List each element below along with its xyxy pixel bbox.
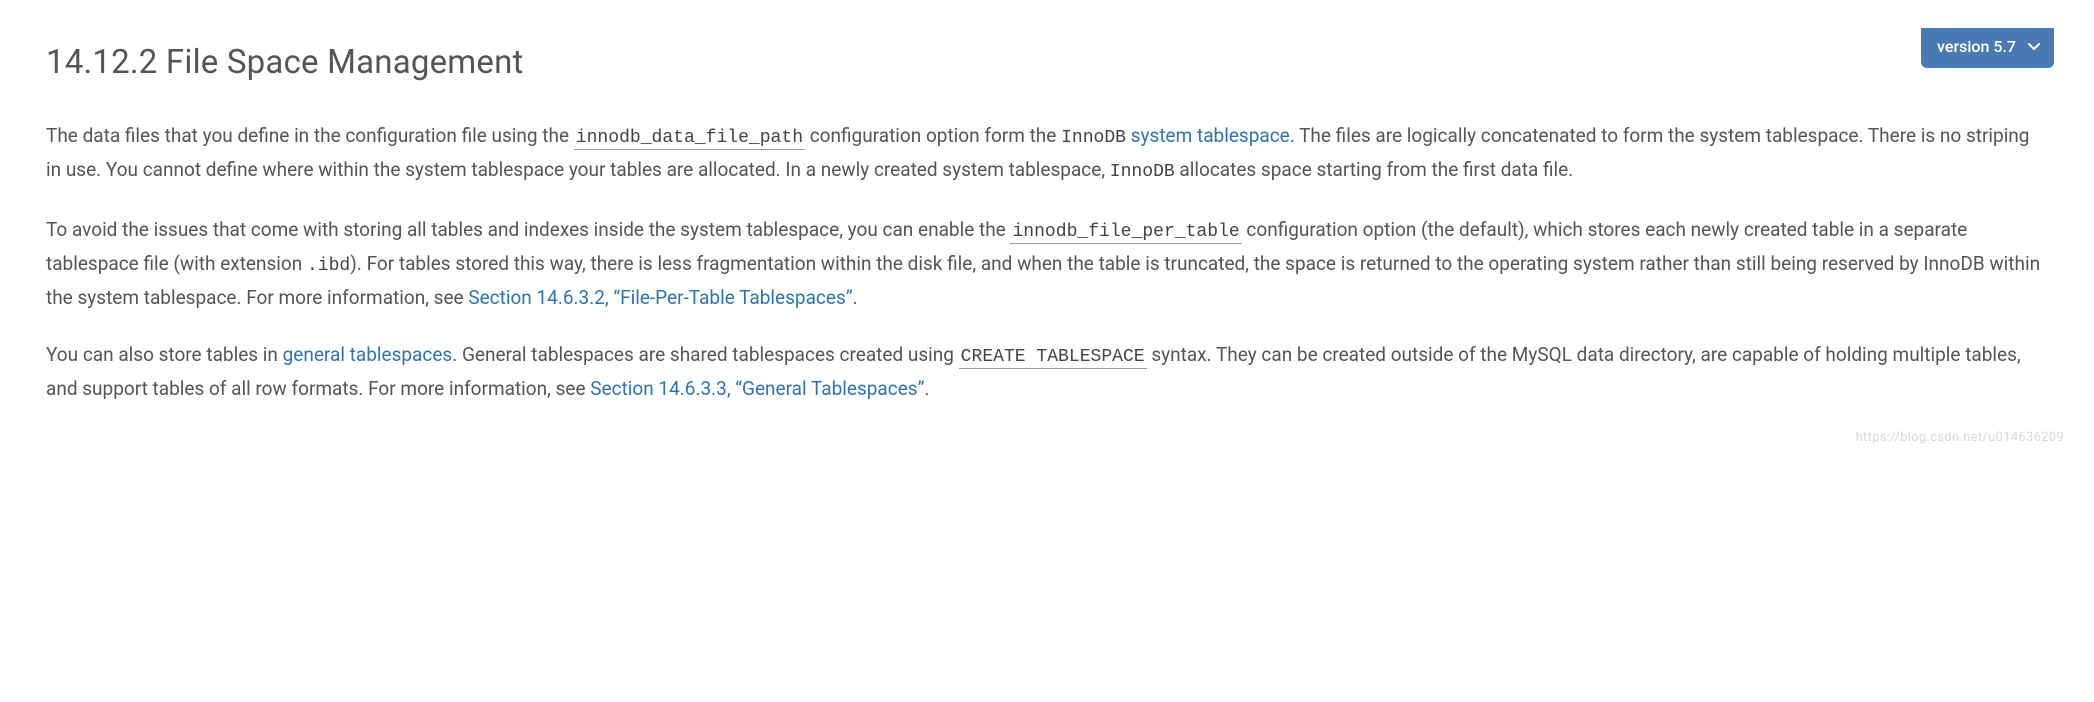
text: The data files that you define in the co… <box>46 124 574 147</box>
text: . General tablespaces are shared tablesp… <box>452 343 958 366</box>
text: You can also store tables in <box>46 343 283 366</box>
link-system-tablespace[interactable]: system tablespace <box>1131 124 1290 147</box>
paragraph-3: You can also store tables in general tab… <box>46 339 2048 404</box>
link-general-tablespaces-section[interactable]: Section 14.6.3.3, “General Tablespaces” <box>590 377 924 400</box>
text: To avoid the issues that come with stori… <box>46 218 1010 241</box>
link-general-tablespaces[interactable]: general tablespaces <box>283 343 453 366</box>
text: . <box>853 286 858 309</box>
code-innodb-data-file-path: innodb_data_file_path <box>574 128 805 150</box>
code-ibd: .ibd <box>307 256 350 276</box>
document-content: 14.12.2 File Space Management The data f… <box>0 36 2094 450</box>
code-create-tablespace: CREATE TABLESPACE <box>959 347 1147 369</box>
text: configuration option form the <box>805 124 1061 147</box>
code-innodb: InnoDB <box>1110 162 1175 182</box>
chevron-down-icon <box>2028 43 2040 51</box>
page-title: 14.12.2 File Space Management <box>46 36 2048 90</box>
version-selector[interactable]: version 5.7 <box>1921 28 2054 68</box>
code-innodb-file-per-table: innodb_file_per_table <box>1010 222 1241 244</box>
version-selector-label: version 5.7 <box>1937 34 2016 60</box>
text: allocates space starting from the first … <box>1175 158 1574 181</box>
code-innodb: InnoDB <box>1061 128 1126 148</box>
link-file-per-table-section[interactable]: Section 14.6.3.2, “File-Per-Table Tables… <box>468 286 852 309</box>
paragraph-1: The data files that you define in the co… <box>46 120 2048 188</box>
paragraph-2: To avoid the issues that come with stori… <box>46 214 2048 313</box>
text: . <box>924 377 929 400</box>
